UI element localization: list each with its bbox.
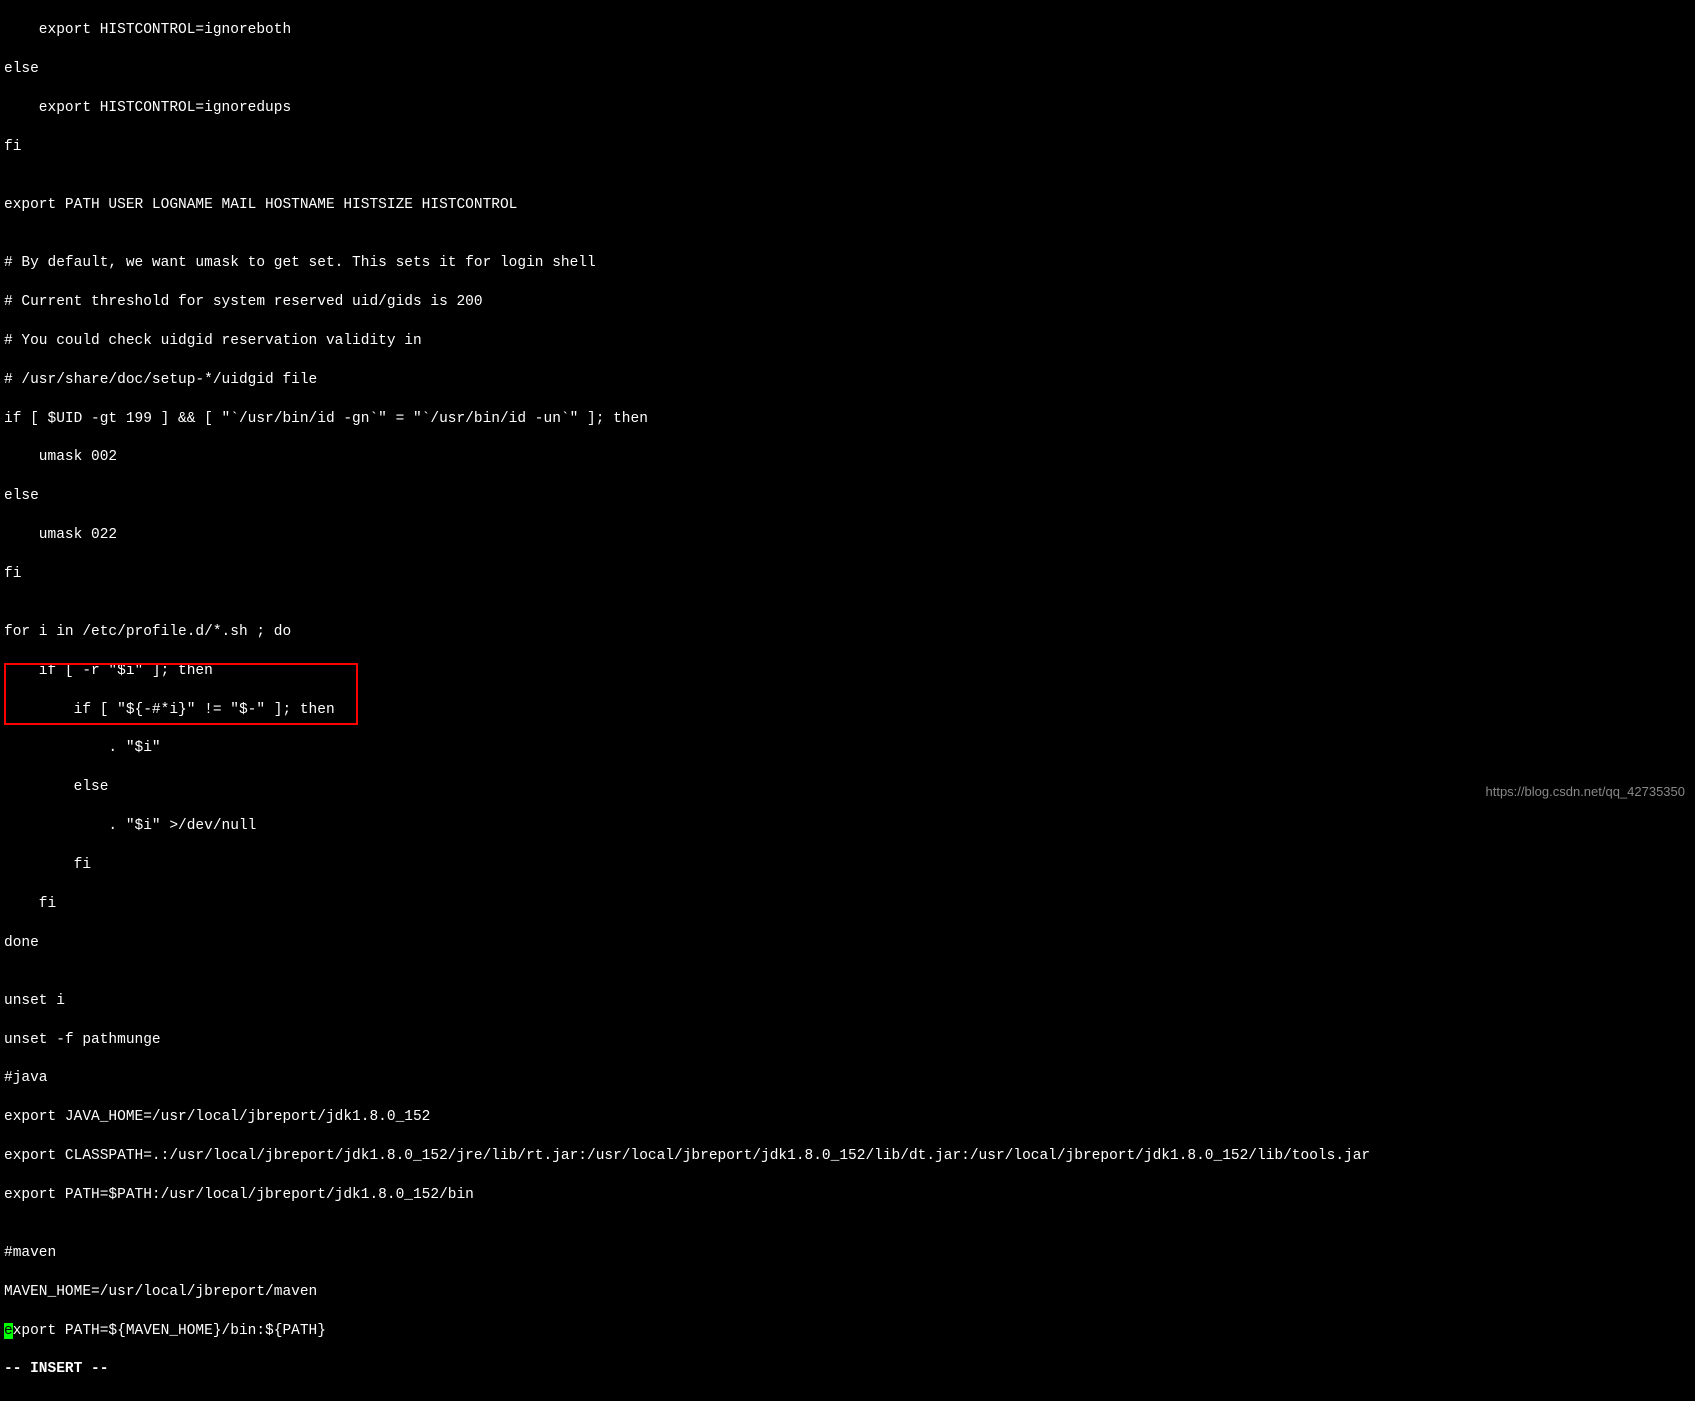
- code-line: #maven: [4, 1244, 1691, 1263]
- code-line: else: [4, 487, 1691, 506]
- code-line: fi: [4, 138, 1691, 157]
- code-line: else: [4, 778, 1691, 797]
- code-line: export HISTCONTROL=ignoredups: [4, 99, 1691, 118]
- code-line: export HISTCONTROL=ignoreboth: [4, 21, 1691, 40]
- code-line: fi: [4, 856, 1691, 875]
- code-line: umask 002: [4, 448, 1691, 467]
- code-line: . "$i" >/dev/null: [4, 817, 1691, 836]
- code-line: if [ $UID -gt 199 ] && [ "`/usr/bin/id -…: [4, 410, 1691, 429]
- cursor: e: [4, 1323, 13, 1339]
- vim-status-line: -- INSERT --: [4, 1360, 1691, 1379]
- code-line: # /usr/share/doc/setup-*/uidgid file: [4, 371, 1691, 390]
- code-line: export PATH USER LOGNAME MAIL HOSTNAME H…: [4, 196, 1691, 215]
- code-line: MAVEN_HOME=/usr/local/jbreport/maven: [4, 1283, 1691, 1302]
- code-line: fi: [4, 895, 1691, 914]
- code-line-with-cursor: export PATH=${MAVEN_HOME}/bin:${PATH}: [4, 1322, 1691, 1341]
- code-line: if [ -r "$i" ]; then: [4, 662, 1691, 681]
- code-line: umask 022: [4, 526, 1691, 545]
- code-line: fi: [4, 565, 1691, 584]
- code-line: for i in /etc/profile.d/*.sh ; do: [4, 623, 1691, 642]
- code-line: unset -f pathmunge: [4, 1031, 1691, 1050]
- code-line-rest: xport PATH=${MAVEN_HOME}/bin:${PATH}: [13, 1323, 326, 1339]
- code-line: export PATH=$PATH:/usr/local/jbreport/jd…: [4, 1186, 1691, 1205]
- code-line: # You could check uidgid reservation val…: [4, 332, 1691, 351]
- code-line: unset i: [4, 992, 1691, 1011]
- code-line: export JAVA_HOME=/usr/local/jbreport/jdk…: [4, 1108, 1691, 1127]
- code-line: else: [4, 60, 1691, 79]
- code-line: done: [4, 934, 1691, 953]
- code-line: export CLASSPATH=.:/usr/local/jbreport/j…: [4, 1147, 1691, 1166]
- terminal-editor[interactable]: export HISTCONTROL=ignoreboth else expor…: [0, 0, 1695, 1401]
- code-line: . "$i": [4, 739, 1691, 758]
- code-line: # By default, we want umask to get set. …: [4, 254, 1691, 273]
- watermark-text: https://blog.csdn.net/qq_42735350: [1486, 782, 1686, 801]
- code-line: if [ "${-#*i}" != "$-" ]; then: [4, 701, 1691, 720]
- code-line: #java: [4, 1069, 1691, 1088]
- code-line: # Current threshold for system reserved …: [4, 293, 1691, 312]
